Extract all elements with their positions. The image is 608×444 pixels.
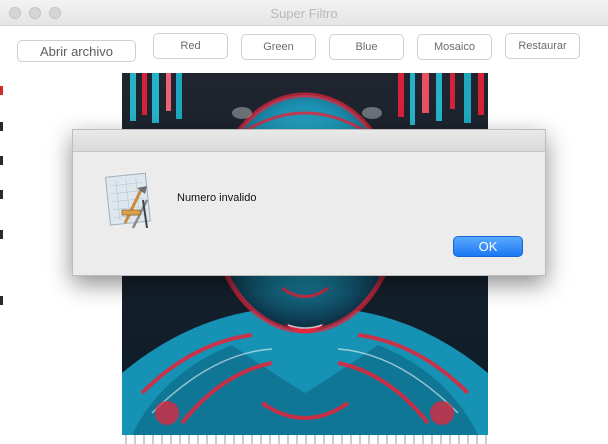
red-filter-button[interactable]: Red — [153, 33, 228, 59]
green-filter-button[interactable]: Green — [241, 34, 316, 60]
open-file-button[interactable]: Abrir archivo — [17, 40, 136, 62]
ok-button[interactable]: OK — [453, 236, 523, 257]
window-title: Super Filtro — [270, 6, 338, 21]
alert-header — [73, 130, 545, 152]
alert-message: Numero invalido — [177, 192, 257, 204]
title-bar: Super Filtro — [0, 0, 608, 26]
xcode-app-icon — [103, 170, 161, 232]
restore-button[interactable]: Restaurar — [505, 33, 580, 59]
alert-dialog: Numero invalido OK — [72, 129, 546, 276]
blue-filter-button[interactable]: Blue — [329, 34, 404, 60]
image-bottom-strip — [122, 435, 488, 444]
mosaic-filter-button[interactable]: Mosaico — [417, 34, 492, 60]
